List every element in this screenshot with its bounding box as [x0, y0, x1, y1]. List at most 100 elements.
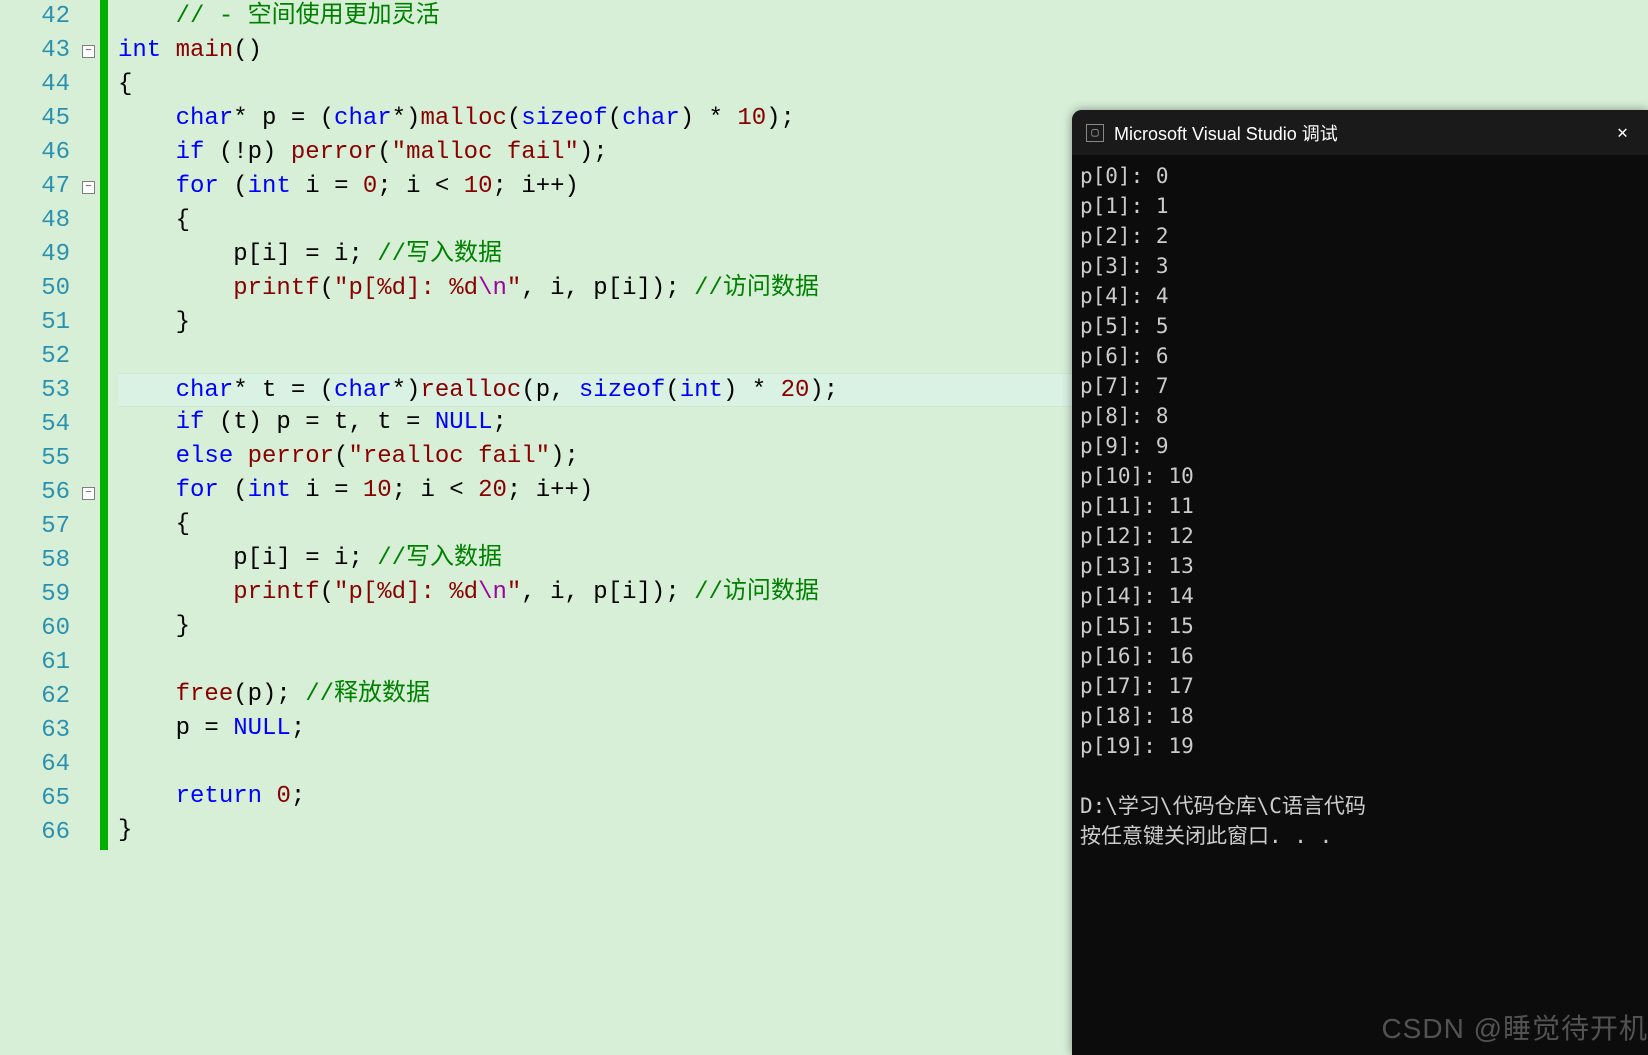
fold-toggle[interactable]: − — [82, 487, 95, 500]
code-token — [161, 37, 175, 64]
code-token: ; — [291, 715, 305, 742]
code-token: i = — [291, 477, 363, 504]
close-icon[interactable]: ✕ — [1611, 122, 1634, 144]
line-number: 44 — [0, 68, 70, 102]
code-token: perror — [248, 443, 334, 470]
code-token: ( — [219, 477, 248, 504]
code-token: ( — [665, 377, 679, 404]
code-token: ( — [320, 579, 334, 606]
code-token: NULL — [233, 715, 291, 742]
code-token: char — [176, 377, 234, 404]
code-line[interactable]: // - 空间使用更加灵活 — [118, 0, 1648, 34]
code-token: (!p) — [204, 139, 290, 166]
line-number: 50 — [0, 272, 70, 306]
line-number: 43 — [0, 34, 70, 68]
code-token: if — [176, 409, 205, 436]
code-token — [118, 105, 176, 132]
code-token: "realloc fail" — [348, 443, 550, 470]
line-number: 42 — [0, 0, 70, 34]
code-token: 20 — [781, 377, 810, 404]
line-number-gutter: 4243444546474849505152535455565758596061… — [0, 0, 80, 1055]
code-token: int — [248, 173, 291, 200]
code-token: , i, p[i]); — [521, 275, 694, 302]
change-bar — [100, 0, 108, 850]
code-line[interactable]: int main() — [118, 34, 1648, 68]
line-number: 62 — [0, 680, 70, 714]
code-token: { — [118, 207, 190, 234]
line-number: 51 — [0, 306, 70, 340]
line-number: 60 — [0, 612, 70, 646]
code-token: ( — [507, 105, 521, 132]
console-icon: ▢ — [1086, 124, 1104, 142]
code-token: ); — [766, 105, 795, 132]
code-token: //访问数据 — [694, 275, 819, 302]
line-number: 66 — [0, 816, 70, 850]
code-token: ( — [334, 443, 348, 470]
code-token: ); — [809, 377, 838, 404]
line-number: 52 — [0, 340, 70, 374]
code-token: { — [118, 71, 132, 98]
line-number: 56 — [0, 476, 70, 510]
line-number: 53 — [0, 374, 70, 408]
line-number: 54 — [0, 408, 70, 442]
code-token: } — [118, 817, 132, 844]
code-token — [118, 477, 176, 504]
line-number: 64 — [0, 748, 70, 782]
code-token: //释放数据 — [305, 681, 430, 708]
code-token: ) * — [723, 377, 781, 404]
code-token — [118, 443, 176, 470]
code-token: *) — [392, 105, 421, 132]
line-number: 55 — [0, 442, 70, 476]
code-token: char — [622, 105, 680, 132]
code-token: " — [507, 275, 521, 302]
console-titlebar[interactable]: ▢ Microsoft Visual Studio 调试 ✕ — [1072, 110, 1648, 155]
code-token: ; i < — [392, 477, 478, 504]
code-token: 10 — [737, 105, 766, 132]
code-token: " — [507, 579, 521, 606]
code-token: (t) p = t, t = — [204, 409, 434, 436]
code-token: if — [176, 139, 205, 166]
code-token: , i, p[i]); — [521, 579, 694, 606]
fold-toggle[interactable]: − — [82, 45, 95, 58]
line-number: 47 — [0, 170, 70, 204]
line-number: 61 — [0, 646, 70, 680]
code-token: ; i < — [377, 173, 463, 200]
line-number: 63 — [0, 714, 70, 748]
code-token: ( — [219, 173, 248, 200]
code-token: int — [118, 37, 161, 64]
code-token: { — [118, 511, 190, 538]
code-token: ( — [320, 275, 334, 302]
code-token: char — [176, 105, 234, 132]
code-token: int — [680, 377, 723, 404]
code-token: \n — [478, 579, 507, 606]
code-token: return — [176, 783, 262, 810]
fold-toggle[interactable]: − — [82, 181, 95, 194]
code-token: "p[%d]: %d — [334, 275, 478, 302]
line-number: 48 — [0, 204, 70, 238]
code-token: } — [118, 613, 190, 640]
code-token: //访问数据 — [694, 579, 819, 606]
code-token: * t = ( — [233, 377, 334, 404]
code-token: char — [334, 105, 392, 132]
code-token: ; i++) — [493, 173, 579, 200]
code-token: 10 — [464, 173, 493, 200]
code-token — [118, 409, 176, 436]
code-token — [118, 3, 176, 30]
console-output[interactable]: p[0]: 0 p[1]: 1 p[2]: 2 p[3]: 3 p[4]: 4 … — [1072, 153, 1648, 859]
code-token: ) * — [680, 105, 738, 132]
line-number: 49 — [0, 238, 70, 272]
code-token: printf — [233, 275, 319, 302]
code-line[interactable]: { — [118, 68, 1648, 102]
fold-column: − − − — [80, 0, 100, 1055]
code-token: ); — [579, 139, 608, 166]
debug-console-window[interactable]: ▢ Microsoft Visual Studio 调试 ✕ p[0]: 0 p… — [1072, 110, 1648, 1055]
code-token: char — [334, 377, 392, 404]
code-token: malloc — [420, 105, 506, 132]
code-token — [118, 139, 176, 166]
watermark: CSDN @睡觉待开机 — [1381, 1007, 1648, 1047]
code-token: ; i++) — [507, 477, 593, 504]
code-token — [118, 783, 176, 810]
code-token — [118, 173, 176, 200]
line-number: 57 — [0, 510, 70, 544]
code-token: "malloc fail" — [392, 139, 579, 166]
